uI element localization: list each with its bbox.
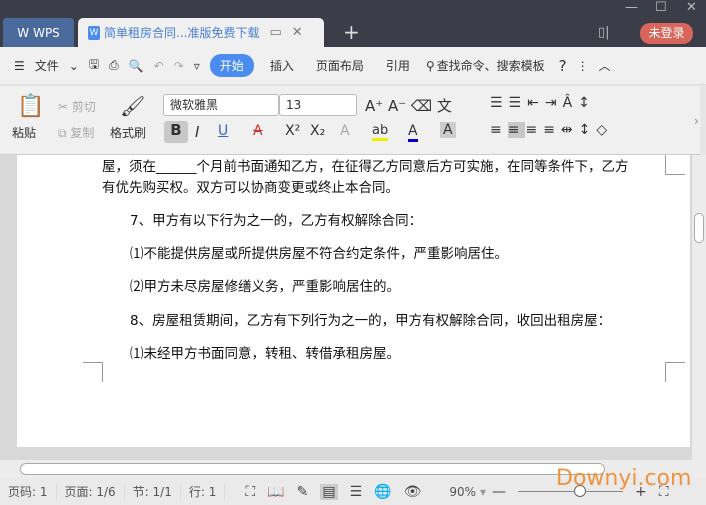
print-icon[interactable]: ⎙	[109, 58, 119, 73]
more-icon[interactable]: ▿	[194, 59, 200, 73]
search-icon[interactable]: ⚲	[426, 59, 435, 73]
save-icon[interactable]: 🖫	[89, 55, 99, 76]
char-shading-button[interactable]: A	[440, 122, 456, 138]
vertical-scroll-thumb[interactable]	[694, 213, 704, 243]
strikethrough-button[interactable]: A	[253, 123, 263, 139]
eye-protection-icon[interactable]: 👁	[404, 484, 422, 500]
undo-icon[interactable]: ↶	[154, 59, 164, 73]
edit-mode-icon[interactable]: ✎	[297, 484, 309, 500]
list-buttons[interactable]: ☰☰⇤⇥Â↕	[490, 95, 596, 111]
redo-icon[interactable]: ↷	[174, 59, 184, 73]
increase-font-icon[interactable]: A⁺ A⁻ ⌫ 文	[365, 95, 452, 116]
margin-corner	[665, 155, 685, 175]
maximize-icon[interactable]: ☐	[655, 0, 667, 15]
title-bar: W WPS W 简单租房合同...准版免费下载 ▭ ✕ + — ☐ ✕ ▯| 未登…	[0, 0, 706, 47]
zoom-select[interactable]: 90%	[449, 485, 476, 499]
watermark-logo: Downyi.com	[556, 466, 692, 491]
doc-line: 有优先购买权。双方可以协商变更或终止本合同。	[102, 180, 399, 196]
underline-button[interactable]: U	[218, 123, 228, 139]
text-effect-button[interactable]: A	[340, 123, 350, 139]
new-tab-button[interactable]: +	[343, 20, 360, 44]
reading-mode-icon[interactable]: 📖	[267, 484, 284, 500]
web-view-icon[interactable]: 🌐	[374, 484, 391, 500]
copy-button[interactable]: ⧉ 复制	[58, 124, 94, 141]
close-window-icon[interactable]: ✕	[686, 0, 697, 15]
document-tab[interactable]: W 简单租房合同...准版免费下载 ▭ ✕	[78, 18, 324, 47]
highlight-button[interactable]: ab	[372, 123, 389, 141]
horizontal-scroll-thumb[interactable]	[20, 463, 605, 475]
document-tab-title: 简单租房合同...准版免费下载	[104, 26, 260, 40]
outline-view-icon[interactable]: ☰	[350, 484, 363, 500]
menu-icon[interactable]: ☰	[14, 59, 25, 73]
format-painter-icon[interactable]: 🖌	[120, 94, 145, 118]
chevron-down-icon[interactable]: ⌄	[69, 59, 79, 73]
wps-home-tab[interactable]: W WPS	[3, 18, 74, 47]
zoom-dropdown-icon[interactable]: ▾	[480, 485, 486, 499]
ribbon-scroll-right-icon[interactable]: ›	[694, 114, 699, 128]
format-painter-button[interactable]: 格式刷	[110, 124, 146, 141]
font-size-select[interactable]: 13	[279, 94, 357, 116]
pin-icon[interactable]: ▭	[269, 25, 281, 40]
alignment-buttons[interactable]: ≡≡≡≡⇹↕◇	[490, 122, 613, 138]
align-center-button[interactable]: ≡	[507, 122, 526, 138]
wps-logo-icon: W	[17, 25, 30, 40]
paste-icon[interactable]: 📋	[17, 94, 44, 119]
page-number: 页码: 1	[0, 483, 57, 500]
file-menu[interactable]: 文件	[35, 57, 59, 74]
line-number: 行: 1	[181, 483, 226, 500]
superscript-button[interactable]: X²	[285, 123, 300, 139]
cut-button[interactable]: ✂ 剪切	[58, 98, 96, 115]
doc-line: ⑴未经甲方书面同意，转租、转借承租房屋。	[130, 346, 400, 362]
font-color-button[interactable]: A	[408, 123, 418, 142]
doc-line: 屋，须在______个月前书面通知乙方，在征得乙方同意后方可实施，在同等条件下，…	[102, 159, 629, 175]
page-count: 页面: 1/6	[57, 483, 125, 500]
section: 节: 1/1	[125, 483, 181, 500]
doc-line: ⑴不能提供房屋或所提供房屋不符合约定条件，严重影响居住。	[130, 246, 508, 262]
minimize-icon[interactable]: —	[625, 0, 638, 15]
fullscreen-icon[interactable]: ⛶	[245, 484, 255, 500]
margin-corner	[665, 362, 685, 382]
ribbon: 📋 粘贴 ✂ 剪切 ⧉ 复制 🖌 格式刷 微软雅黑 13 A⁺ A⁻ ⌫ 文 B…	[0, 86, 700, 155]
bold-button[interactable]: B	[164, 121, 188, 143]
login-button[interactable]: 未登录	[640, 23, 693, 44]
page-view-icon[interactable]: ▤	[320, 483, 338, 500]
help-icon[interactable]: ?	[559, 57, 567, 75]
doc-line: ⑵甲方未尽房屋修缮义务，严重影响居住的。	[130, 279, 400, 295]
margin-corner	[83, 362, 103, 382]
doc-line: 8、房屋租赁期间，乙方有下列行为之一的，甲方有权解除合同，收回出租房屋：	[130, 313, 612, 329]
tab-page-layout[interactable]: 页面布局	[316, 57, 364, 74]
writer-doc-icon: W	[88, 25, 100, 40]
menu-bar: ☰ 文件 ⌄ 🖫 ⎙ 🔍 ↶ ↷ ▿ 开始 插入 页面布局 引用 ⚲ 查找命令、…	[0, 47, 706, 85]
zoom-out-icon[interactable]: —	[492, 484, 506, 500]
doc-line: 7、甲方有以下行为之一的，乙方有权解除合同：	[130, 213, 423, 229]
paste-button[interactable]: 粘贴	[12, 124, 36, 141]
layout-icon[interactable]: ▯|	[598, 25, 610, 40]
tab-start[interactable]: 开始	[209, 54, 254, 77]
print-preview-icon[interactable]: 🔍	[129, 59, 144, 73]
collapse-ribbon-icon[interactable]: ︿	[599, 57, 611, 74]
search-commands[interactable]: 查找命令、搜索模板	[437, 57, 545, 74]
vertical-scrollbar[interactable]	[692, 155, 706, 460]
zoom-slider[interactable]	[518, 485, 624, 497]
font-family-select[interactable]: 微软雅黑	[163, 94, 279, 116]
document-page[interactable]: 屋，须在______个月前书面通知乙方，在征得乙方同意后方可实施，在同等条件下，…	[17, 155, 690, 447]
italic-button[interactable]: I	[195, 123, 199, 141]
subscript-button[interactable]: X₂	[310, 123, 325, 139]
tab-insert[interactable]: 插入	[270, 57, 294, 74]
tab-references[interactable]: 引用	[386, 57, 410, 74]
close-tab-icon[interactable]: ✕	[292, 25, 303, 40]
more-options-icon[interactable]: ⋮	[577, 59, 589, 73]
document-workspace: 屋，须在______个月前书面通知乙方，在征得乙方同意后方可实施，在同等条件下，…	[0, 155, 692, 460]
